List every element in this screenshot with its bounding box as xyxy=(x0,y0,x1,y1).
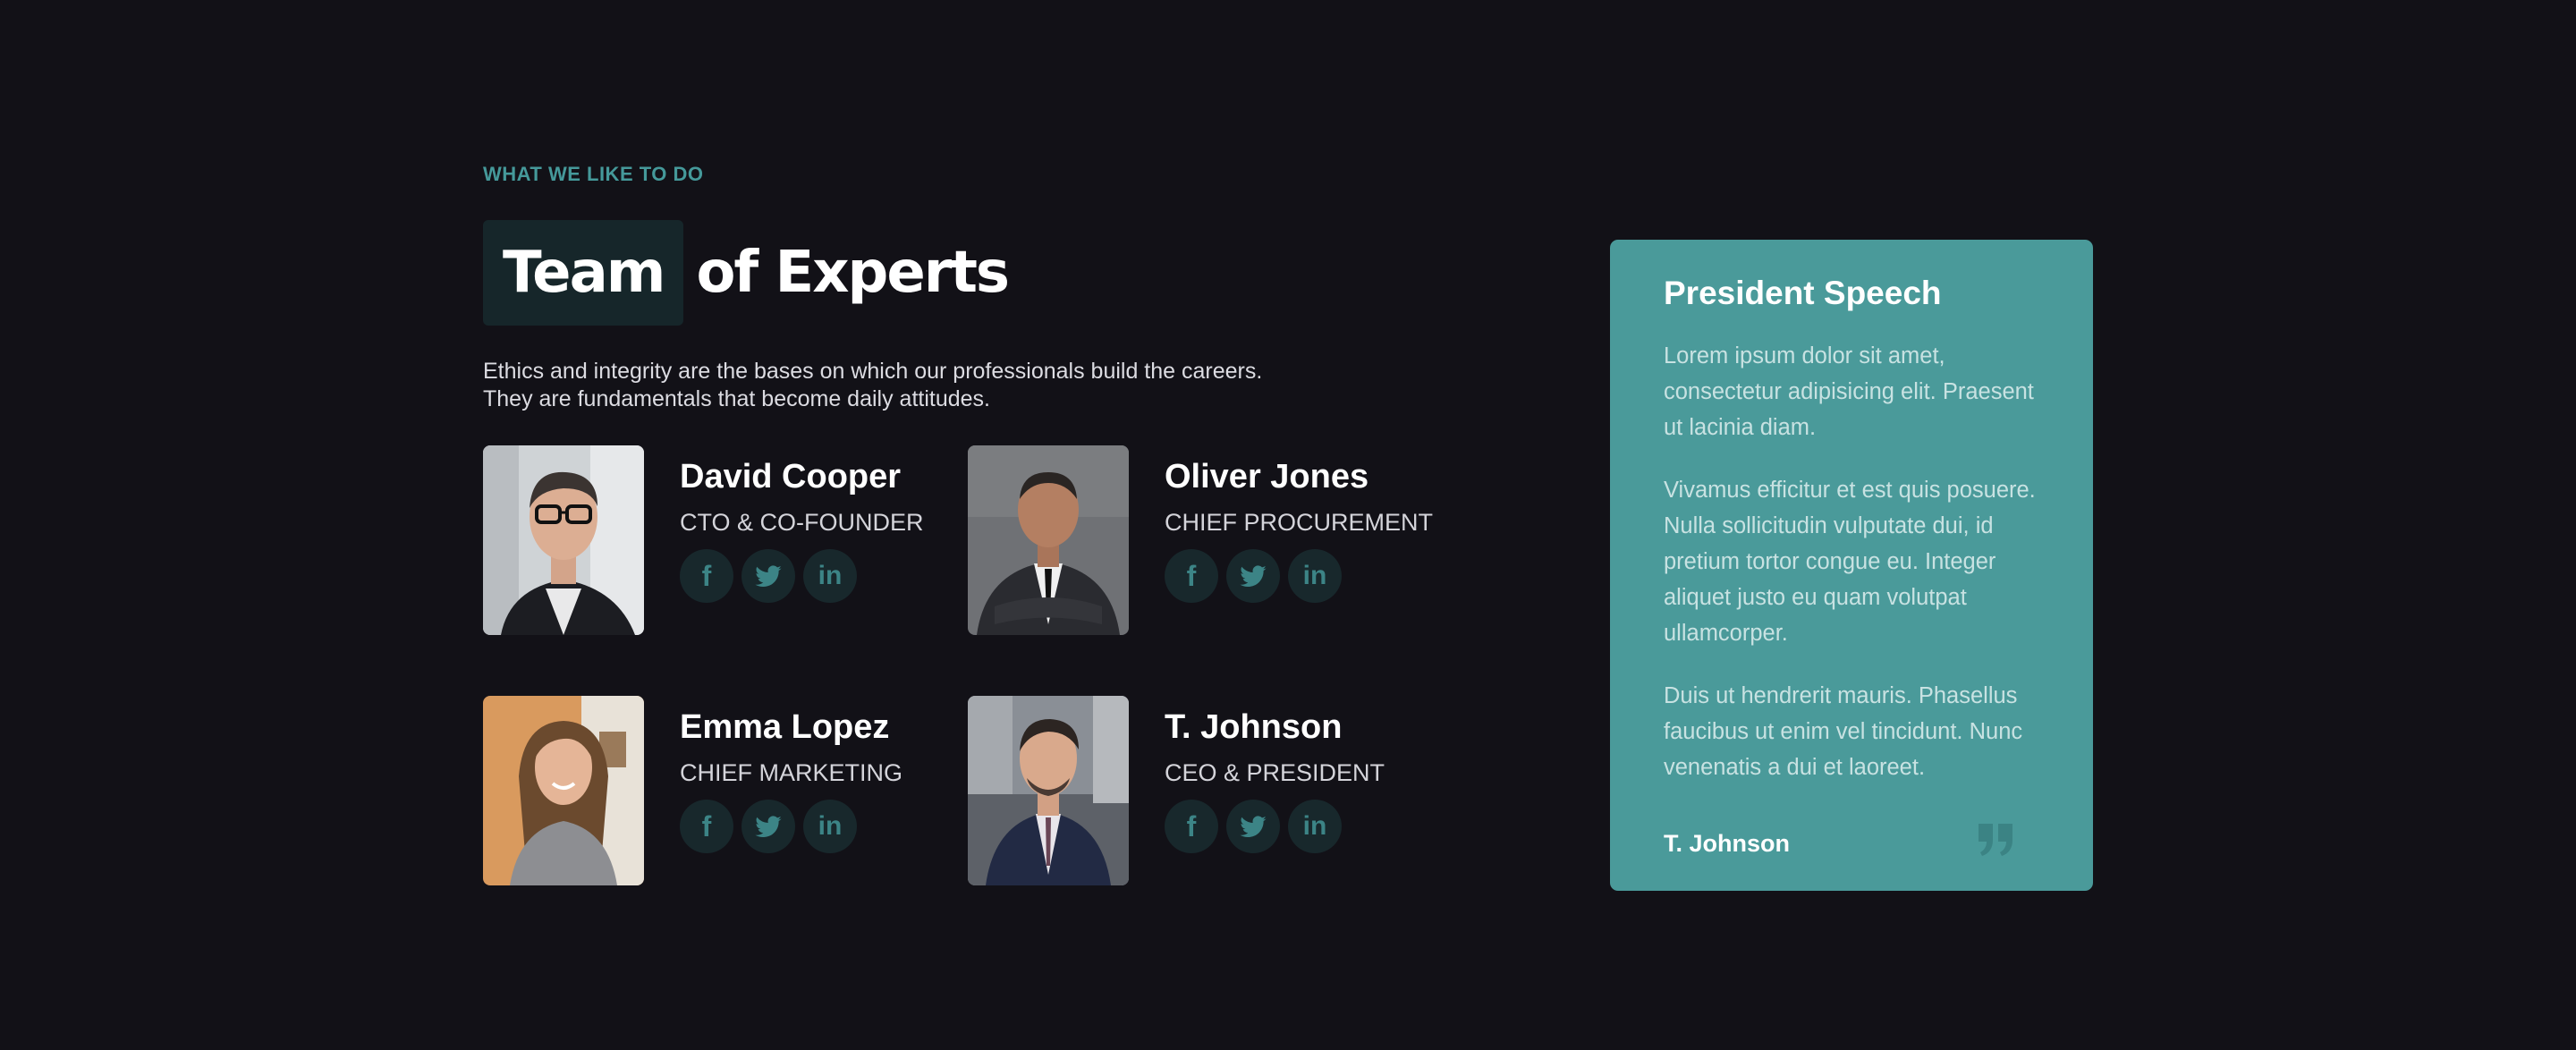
member-role: CTO & CO-FOUNDER xyxy=(680,509,924,536)
description-line-2: They are fundamentals that become daily … xyxy=(483,386,990,411)
speech-author: T. Johnson xyxy=(1664,830,1790,857)
linkedin-icon: in xyxy=(818,811,843,841)
speech-content: President Speech Lorem ipsum dolor sit a… xyxy=(1664,274,2057,785)
member-role: CHIEF MARKETING xyxy=(680,759,903,786)
member-info: David Cooper CTO & CO-FOUNDER f in xyxy=(680,456,924,603)
speech-paragraph: Vivamus efficitur et est quis posuere. N… xyxy=(1664,478,2036,646)
linkedin-link[interactable]: in xyxy=(803,800,857,853)
member-socials: f in xyxy=(1165,800,1385,853)
member-info: Oliver Jones CHIEF PROCUREMENT f in xyxy=(1165,456,1433,603)
linkedin-icon: in xyxy=(818,561,843,590)
facebook-link[interactable]: f xyxy=(1165,800,1218,853)
member-info: Emma Lopez CHIEF MARKETING f in xyxy=(680,707,902,853)
twitter-link[interactable] xyxy=(741,800,795,853)
member-role: CHIEF PROCUREMENT xyxy=(1165,509,1434,536)
description-line-1: Ethics and integrity are the bases on wh… xyxy=(483,359,1263,384)
twitter-icon xyxy=(1240,565,1267,588)
member-photo xyxy=(968,445,1129,635)
title-highlight-box: Team xyxy=(483,220,684,326)
linkedin-icon: in xyxy=(1302,561,1327,590)
quote-icon xyxy=(1979,824,2012,856)
twitter-link[interactable] xyxy=(741,549,795,603)
facebook-icon: f xyxy=(701,560,712,592)
team-grid: David Cooper CTO & CO-FOUNDER f in Olive… xyxy=(483,445,1467,885)
title-rest-text: of Experts xyxy=(696,240,1010,306)
team-member-card: Emma Lopez CHIEF MARKETING f in xyxy=(483,696,948,885)
section-description: Ethics and integrity are the bases on wh… xyxy=(483,358,1360,413)
member-name: Oliver Jones xyxy=(1165,458,1369,495)
team-member-card: David Cooper CTO & CO-FOUNDER f in xyxy=(483,445,948,635)
team-section-header: WHAT WE LIKE TO DO Team of Experts Ethic… xyxy=(483,161,1467,413)
member-info: T. Johnson CEO & PRESIDENT f in xyxy=(1165,707,1385,853)
member-socials: f in xyxy=(680,800,902,853)
section-title: Team of Experts xyxy=(483,220,1467,326)
linkedin-icon: in xyxy=(1302,811,1327,841)
title-highlight-text: Team xyxy=(503,240,665,306)
president-speech-card: President Speech Lorem ipsum dolor sit a… xyxy=(1610,240,2093,891)
member-name: David Cooper xyxy=(680,458,902,495)
member-socials: f in xyxy=(1165,549,1433,603)
speech-title: President Speech xyxy=(1664,275,1942,311)
twitter-icon xyxy=(755,565,782,588)
facebook-icon: f xyxy=(701,810,712,843)
member-role: CEO & PRESIDENT xyxy=(1165,759,1385,786)
team-member-card: T. Johnson CEO & PRESIDENT f in xyxy=(968,696,1433,885)
team-member-card: Oliver Jones CHIEF PROCUREMENT f in xyxy=(968,445,1433,635)
member-photo xyxy=(483,445,644,635)
linkedin-link[interactable]: in xyxy=(803,549,857,603)
speech-paragraph: Lorem ipsum dolor sit amet, consectetur … xyxy=(1664,343,2034,440)
twitter-link[interactable] xyxy=(1226,800,1280,853)
linkedin-link[interactable]: in xyxy=(1288,800,1342,853)
member-photo xyxy=(483,696,644,885)
facebook-icon: f xyxy=(1186,560,1197,592)
facebook-link[interactable]: f xyxy=(680,800,733,853)
linkedin-link[interactable]: in xyxy=(1288,549,1342,603)
member-socials: f in xyxy=(680,549,924,603)
member-name: Emma Lopez xyxy=(680,708,890,746)
member-name: T. Johnson xyxy=(1165,708,1343,746)
section-eyebrow: WHAT WE LIKE TO DO xyxy=(483,163,704,185)
facebook-icon: f xyxy=(1186,810,1197,843)
facebook-link[interactable]: f xyxy=(680,549,733,603)
member-photo xyxy=(968,696,1129,885)
facebook-link[interactable]: f xyxy=(1165,549,1218,603)
speech-paragraph: Duis ut hendrerit mauris. Phasellus fauc… xyxy=(1664,683,2023,780)
twitter-icon xyxy=(755,816,782,838)
twitter-icon xyxy=(1240,816,1267,838)
twitter-link[interactable] xyxy=(1226,549,1280,603)
